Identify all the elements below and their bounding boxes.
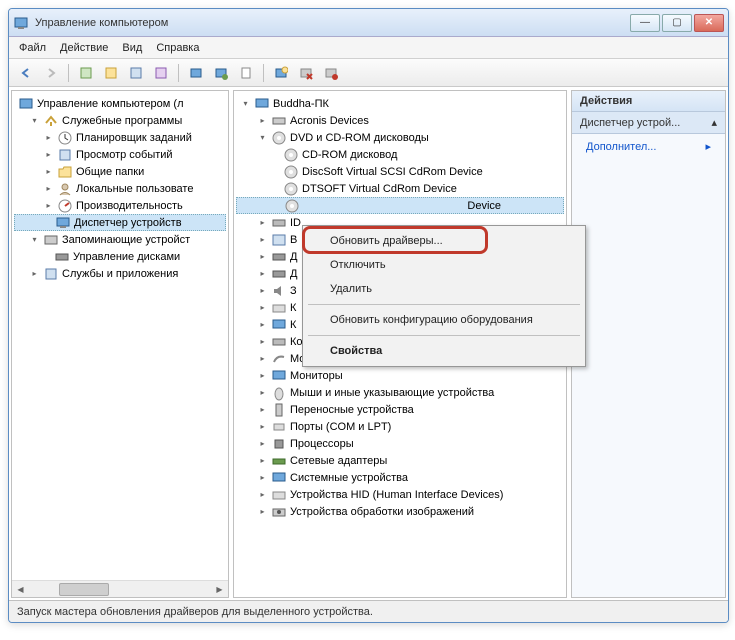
expander-icon[interactable]: ▸ xyxy=(43,166,54,177)
tree-system-tools[interactable]: ▾Служебные программы xyxy=(14,112,226,129)
status-text: Запуск мастера обновления драйверов для … xyxy=(17,606,373,618)
separator xyxy=(308,335,580,336)
ctx-disable[interactable]: Отключить xyxy=(306,253,582,277)
actions-subheader[interactable]: Диспетчер устрой...▴ xyxy=(572,112,725,134)
dev-selected[interactable]: XXXXXXXXXXXXXXXXXXXXXXDevice xyxy=(236,197,564,214)
tree-event-viewer[interactable]: ▸Просмотр событий xyxy=(14,146,226,163)
dev-ports[interactable]: ▸Порты (COM и LPT) xyxy=(236,418,564,435)
tb-icon-4[interactable] xyxy=(150,62,172,84)
toolbar xyxy=(9,59,728,87)
tree-scheduler[interactable]: ▸Планировщик заданий xyxy=(14,129,226,146)
actions-header: Действия xyxy=(572,91,725,112)
tree-performance[interactable]: ▸Производительность xyxy=(14,197,226,214)
dev-imaging[interactable]: ▸Устройства обработки изображений xyxy=(236,503,564,520)
dev-hid[interactable]: ▸Устройства HID (Human Interface Devices… xyxy=(236,486,564,503)
ctx-delete[interactable]: Удалить xyxy=(306,277,582,301)
dev-monitors[interactable]: ▸Мониторы xyxy=(236,367,564,384)
ctx-properties[interactable]: Свойства xyxy=(306,339,582,363)
tb-icon-uninstall[interactable] xyxy=(295,62,317,84)
separator xyxy=(308,304,580,305)
tree-shared-folders[interactable]: ▸Общие папки xyxy=(14,163,226,180)
tb-icon-3[interactable] xyxy=(125,62,147,84)
dev-system[interactable]: ▸Системные устройства xyxy=(236,469,564,486)
tree-local-users[interactable]: ▸Локальные пользовате xyxy=(14,180,226,197)
tb-icon-6[interactable] xyxy=(210,62,232,84)
dev-acronis[interactable]: ▸Acronis Devices xyxy=(236,112,564,129)
main-window: Управление компьютером — ▢ ✕ Файл Действ… xyxy=(8,8,729,623)
tree-services[interactable]: ▸Службы и приложения xyxy=(14,265,226,282)
dev-dtsoft[interactable]: DTSOFT Virtual CdRom Device xyxy=(236,180,564,197)
expander-icon[interactable]: ▸ xyxy=(43,149,54,160)
titlebar[interactable]: Управление компьютером — ▢ ✕ xyxy=(9,9,728,37)
maximize-button[interactable]: ▢ xyxy=(662,14,692,32)
expander-icon[interactable]: ▸ xyxy=(29,268,40,279)
tree-storage[interactable]: ▾Запоминающие устройст xyxy=(14,231,226,248)
menu-view[interactable]: Вид xyxy=(122,42,142,54)
dev-processors[interactable]: ▸Процессоры xyxy=(236,435,564,452)
back-button[interactable] xyxy=(15,62,37,84)
tb-icon-scan[interactable] xyxy=(270,62,292,84)
expander-icon[interactable]: ▸ xyxy=(43,132,54,143)
expander-icon[interactable]: ▾ xyxy=(29,115,40,126)
tb-icon-5[interactable] xyxy=(185,62,207,84)
menu-action[interactable]: Действие xyxy=(60,42,108,54)
close-button[interactable]: ✕ xyxy=(694,14,724,32)
actions-more[interactable]: Дополнител...▸ xyxy=(572,134,725,159)
console-tree-pane: Управление компьютером (л ▾Служебные про… xyxy=(11,90,229,598)
dev-dvd[interactable]: ▾DVD и CD-ROM дисководы xyxy=(236,129,564,146)
tb-icon-7[interactable] xyxy=(235,62,257,84)
tb-icon-disable[interactable] xyxy=(320,62,342,84)
expander-icon[interactable]: ▾ xyxy=(29,234,40,245)
hscroll-left[interactable]: ◀▶ xyxy=(12,580,228,597)
tree-device-manager[interactable]: Диспетчер устройств xyxy=(14,214,226,231)
dev-discsoft[interactable]: DiscSoft Virtual SCSI CdRom Device xyxy=(236,163,564,180)
statusbar: Запуск мастера обновления драйверов для … xyxy=(9,600,728,622)
menu-help[interactable]: Справка xyxy=(156,42,199,54)
client-area: Управление компьютером (л ▾Служебные про… xyxy=(9,87,728,600)
forward-button[interactable] xyxy=(40,62,62,84)
app-icon xyxy=(13,15,29,31)
tree-root[interactable]: Управление компьютером (л xyxy=(14,95,226,112)
dev-portable[interactable]: ▸Переносные устройства xyxy=(236,401,564,418)
actions-pane: Действия Диспетчер устрой...▴ Дополнител… xyxy=(571,90,726,598)
dev-mice[interactable]: ▸Мыши и иные указывающие устройства xyxy=(236,384,564,401)
tree-disk-mgmt[interactable]: Управление дисками xyxy=(14,248,226,265)
tb-icon-1[interactable] xyxy=(75,62,97,84)
expander-icon[interactable]: ▸ xyxy=(43,200,54,211)
context-menu: Обновить драйверы... Отключить Удалить О… xyxy=(302,225,586,367)
ctx-update-drivers[interactable]: Обновить драйверы... xyxy=(306,229,582,253)
menubar: Файл Действие Вид Справка xyxy=(9,37,728,59)
expander-icon[interactable]: ▸ xyxy=(43,183,54,194)
tb-icon-2[interactable] xyxy=(100,62,122,84)
chevron-right-icon: ▸ xyxy=(705,140,711,153)
console-tree[interactable]: Управление компьютером (л ▾Служебные про… xyxy=(12,91,228,286)
ctx-scan[interactable]: Обновить конфигурацию оборудования xyxy=(306,308,582,332)
dev-cdrom[interactable]: CD-ROM дисковод xyxy=(236,146,564,163)
dev-root[interactable]: ▾Buddha-ПК xyxy=(236,95,564,112)
dev-network[interactable]: ▸Сетевые адаптеры xyxy=(236,452,564,469)
window-title: Управление компьютером xyxy=(35,17,630,29)
chevron-up-icon: ▴ xyxy=(711,116,717,129)
menu-file[interactable]: Файл xyxy=(19,42,46,54)
minimize-button[interactable]: — xyxy=(630,14,660,32)
